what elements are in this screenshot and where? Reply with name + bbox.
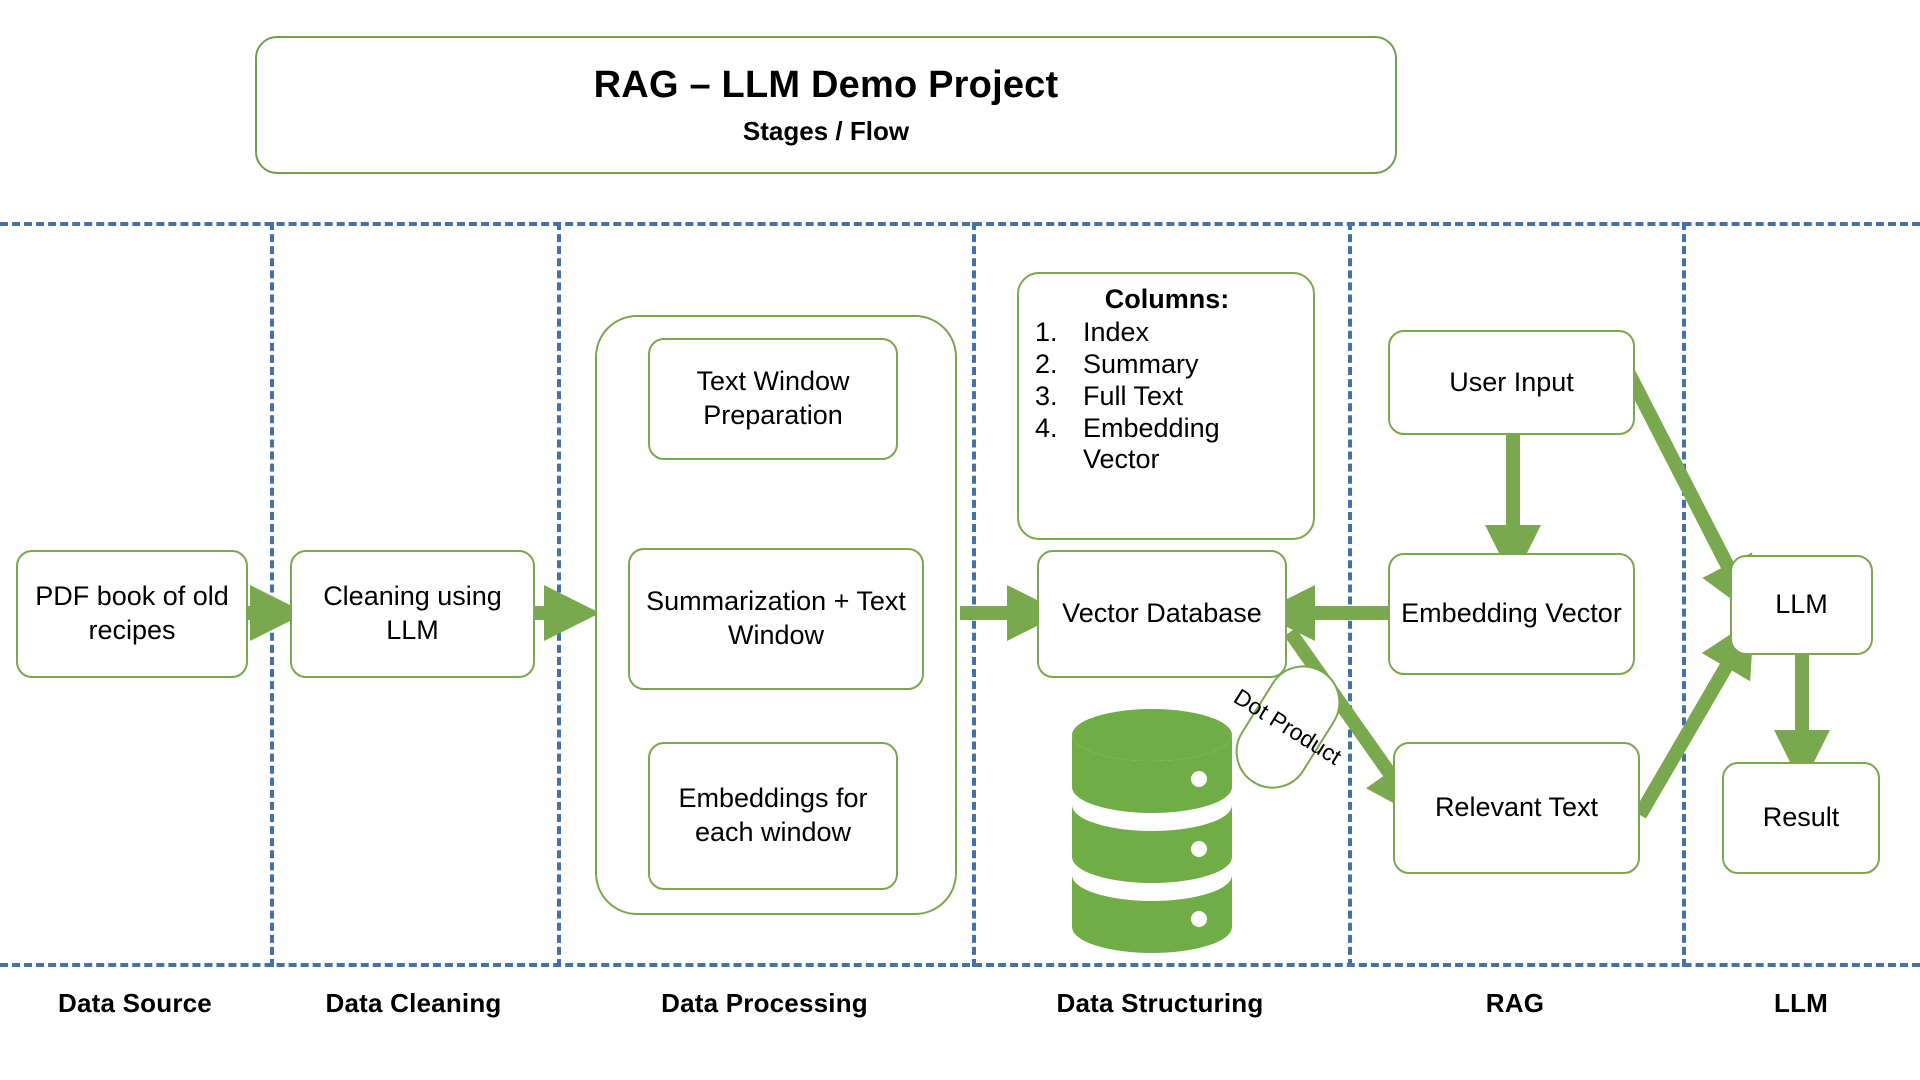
list-item: 1. Index	[1035, 317, 1299, 349]
label-dot-product-text: Dot Product	[1229, 683, 1347, 770]
columns-item-number: 1.	[1035, 317, 1058, 348]
node-embeddings-each-window-label: Embeddings for each window	[678, 783, 868, 847]
node-summarization[interactable]: Summarization + Text Window	[628, 548, 924, 690]
list-item: 3. Full Text	[1035, 381, 1299, 413]
columns-item-text: Full Text	[1083, 380, 1184, 411]
node-relevant-text[interactable]: Relevant Text	[1393, 742, 1640, 874]
columns-item-text: Index	[1083, 317, 1150, 348]
node-llm[interactable]: LLM	[1730, 555, 1873, 655]
node-user-input-label: User Input	[1449, 366, 1574, 397]
diagram-canvas: RAG – LLM Demo Project Stages / Flow Dat…	[0, 0, 1920, 1080]
list-item: 2. Summary	[1035, 349, 1299, 381]
node-summarization-label: Summarization + Text Window	[646, 586, 906, 650]
columns-item-text: Summary	[1083, 348, 1199, 379]
columns-item-number: 2.	[1035, 348, 1058, 379]
columns-item-text: Embedding Vector	[1083, 412, 1220, 475]
columns-card-list: 1. Index 2. Summary 3. Full Text 4. Embe…	[1035, 317, 1299, 476]
node-user-input[interactable]: User Input	[1388, 330, 1635, 435]
arrow-userinput-to-llm	[1615, 356, 1753, 615]
database-cylinder-icon	[1072, 709, 1232, 953]
columns-item-number: 3.	[1035, 380, 1058, 411]
card-columns: Columns: 1. Index 2. Summary 3. Full Tex…	[1017, 272, 1315, 540]
list-item: 4. Embedding Vector	[1035, 413, 1299, 477]
node-embeddings-each-window[interactable]: Embeddings for each window	[648, 742, 898, 890]
node-embedding-vector[interactable]: Embedding Vector	[1388, 553, 1635, 675]
node-embedding-vector-label: Embedding Vector	[1401, 598, 1622, 629]
node-relevant-text-label: Relevant Text	[1434, 792, 1599, 823]
node-cleaning[interactable]: Cleaning using LLM	[290, 550, 535, 678]
connector-layer	[248, 356, 1830, 953]
node-llm-label: LLM	[1775, 589, 1828, 620]
node-pdf-source[interactable]: PDF book of old recipes	[16, 550, 248, 678]
node-result[interactable]: Result	[1722, 762, 1880, 874]
node-pdf-source-label: PDF book of old recipes	[35, 581, 229, 645]
node-text-window-preparation[interactable]: Text Window Preparation	[648, 338, 898, 460]
columns-item-number: 4.	[1035, 412, 1058, 443]
node-result-label: Result	[1762, 802, 1840, 833]
node-cleaning-label: Cleaning using LLM	[323, 581, 502, 645]
node-vector-database-label: Vector Database	[1062, 598, 1262, 629]
node-text-window-preparation-label: Text Window Preparation	[696, 366, 850, 430]
columns-card-title: Columns:	[1104, 284, 1230, 314]
node-vector-database[interactable]: Vector Database	[1037, 550, 1287, 678]
